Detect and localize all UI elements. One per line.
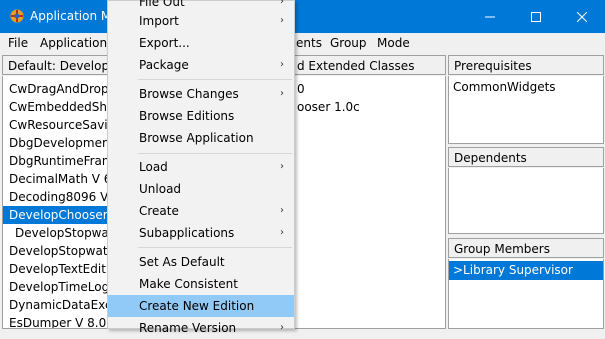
menu-item-rename-version[interactable]: Rename Version › xyxy=(108,317,294,339)
list-item[interactable]: 0 xyxy=(297,80,445,98)
dependents-list[interactable] xyxy=(448,168,604,234)
menu-item-create-new-edition[interactable]: Create New Edition xyxy=(108,295,294,317)
menu-separator xyxy=(138,153,292,154)
menu-item-label: Create xyxy=(139,204,179,218)
list-item[interactable]: CwDragAndDrop xyxy=(3,80,107,98)
menu-item-label: Package xyxy=(139,58,189,72)
list-item-selected[interactable]: DevelopChooser xyxy=(3,206,107,224)
submenu-arrow-icon: › xyxy=(280,59,284,70)
window-title: Application M xyxy=(30,9,112,23)
list-item[interactable]: DevelopStopwat xyxy=(3,242,107,260)
submenu-arrow-icon: › xyxy=(280,88,284,99)
applications-pane-header[interactable]: Default: Develop xyxy=(2,55,108,75)
list-item[interactable]: CommonWidgets xyxy=(449,78,603,97)
list-item[interactable]: EsDumper V 8.0 xyxy=(3,314,107,328)
list-item[interactable]: DynamicDataExc xyxy=(3,296,107,314)
menu-item-set-as-default[interactable]: Set As Default xyxy=(108,251,294,273)
menu-item-package[interactable]: Package › xyxy=(108,54,294,76)
menu-item-label: Rename Version xyxy=(139,321,237,335)
list-item[interactable]: CwResourceSavi xyxy=(3,116,107,134)
list-item[interactable]: DevelopTimeLog xyxy=(3,278,107,296)
submenu-arrow-icon: › xyxy=(280,205,284,216)
list-item[interactable]: DbgDevelopmer xyxy=(3,134,107,152)
submenu-arrow-icon: › xyxy=(280,15,284,26)
submenu-arrow-icon: › xyxy=(280,161,284,172)
list-item[interactable]: DecimalMath V 6 xyxy=(3,170,107,188)
list-item[interactable]: Decoding8096 V xyxy=(3,188,107,206)
group-members-list[interactable]: >Library Supervisor xyxy=(448,259,604,329)
menu-item-create[interactable]: Create › xyxy=(108,200,294,222)
menu-separator xyxy=(138,247,292,248)
menu-item-subapplications[interactable]: Subapplications › xyxy=(108,222,294,244)
menu-applications[interactable]: Applications xyxy=(40,36,113,50)
menu-item-label: Import xyxy=(139,14,179,28)
maximize-icon xyxy=(531,11,541,22)
title-bar[interactable]: Application M xyxy=(0,0,605,33)
menu-item-label: File Out xyxy=(139,0,185,9)
menu-item-label: Browse Changes xyxy=(139,87,239,101)
list-item[interactable]: CwEmbeddedSh xyxy=(3,98,107,116)
prerequisites-header: Prerequisites xyxy=(448,55,604,75)
minimize-button[interactable] xyxy=(467,0,513,33)
list-item[interactable]: DevelopStopwa xyxy=(3,224,107,242)
menu-mode[interactable]: Mode xyxy=(377,36,410,50)
menu-item-label: Subapplications xyxy=(139,226,235,240)
list-item[interactable]: DbgRuntimeFran xyxy=(3,152,107,170)
group-members-header: Group Members xyxy=(448,238,604,258)
menu-item-make-consistent[interactable]: Make Consistent xyxy=(108,273,294,295)
minimize-icon xyxy=(485,16,495,17)
prerequisites-list[interactable]: CommonWidgets xyxy=(448,76,604,144)
menu-item-label: Browse Application xyxy=(139,131,254,145)
close-icon xyxy=(577,11,587,22)
menu-bar: File Applications ents Group Mode xyxy=(0,33,605,53)
menu-group[interactable]: Group xyxy=(330,36,367,50)
menu-separator xyxy=(138,79,292,80)
maximize-button[interactable] xyxy=(513,0,559,33)
menu-item-label: Make Consistent xyxy=(139,277,238,291)
menu-item-browse-application[interactable]: Browse Application xyxy=(108,127,294,149)
menu-item-label: Create New Edition xyxy=(139,299,255,313)
close-button[interactable] xyxy=(559,0,605,33)
menu-ents[interactable]: ents xyxy=(296,36,322,50)
applications-list[interactable]: CwDragAndDrop CwEmbeddedSh CwResourceSav… xyxy=(2,76,108,329)
menu-item-unload[interactable]: Unload xyxy=(108,178,294,200)
menu-item-export[interactable]: Export... xyxy=(108,32,294,54)
menu-item-browse-changes[interactable]: Browse Changes › xyxy=(108,83,294,105)
menu-item-label: Load xyxy=(139,160,168,174)
menu-item-label: Unload xyxy=(139,182,182,196)
menu-item-label: Browse Editions xyxy=(139,109,235,123)
menu-item-load[interactable]: Load › xyxy=(108,156,294,178)
menu-item-import[interactable]: Import › xyxy=(108,10,294,32)
menu-item-browse-editions[interactable]: Browse Editions xyxy=(108,105,294,127)
list-item[interactable]: ooser 1.0c xyxy=(297,98,445,116)
dependents-header: Dependents xyxy=(448,147,604,167)
menu-file[interactable]: File xyxy=(8,36,28,50)
app-icon xyxy=(10,9,24,23)
menu-item-label: Set As Default xyxy=(139,255,225,269)
menu-item-label: Export... xyxy=(139,36,190,50)
applications-dropdown-menu: File Out › Import › Export... Package › Bro… xyxy=(107,0,295,335)
submenu-arrow-icon: › xyxy=(280,322,284,333)
list-item[interactable]: DevelopTextEdit xyxy=(3,260,107,278)
list-item-selected[interactable]: >Library Supervisor xyxy=(449,261,603,280)
submenu-arrow-icon: › xyxy=(280,227,284,238)
